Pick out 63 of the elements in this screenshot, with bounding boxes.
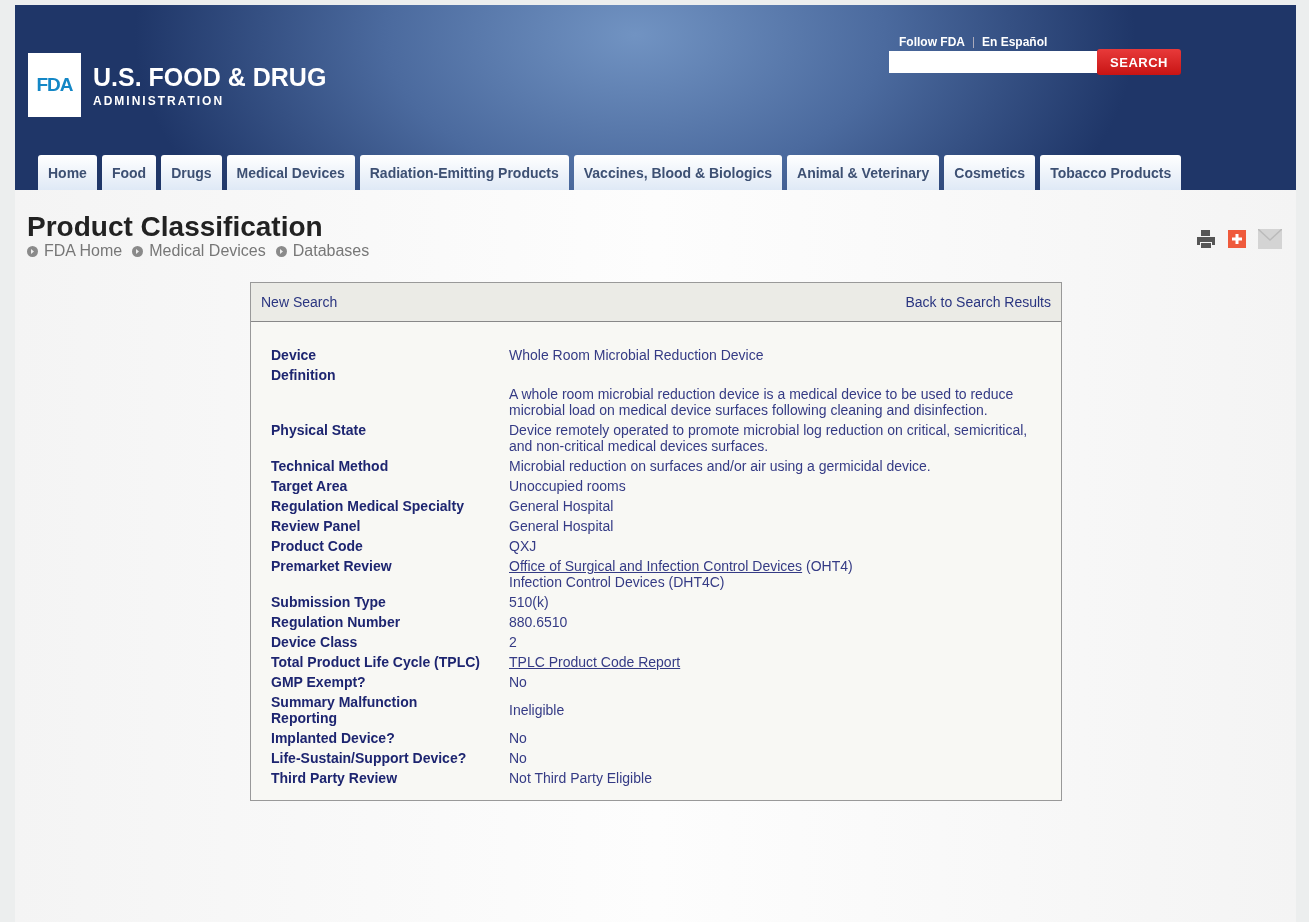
back-to-results-link[interactable]: Back to Search Results <box>905 294 1051 310</box>
field-value: A whole room microbial reduction device is a medical device to be used to reduce microbial load on medical device surfaces following cleaning and disinfection. <box>509 386 1015 418</box>
breadcrumb-link[interactable]: FDA Home <box>44 242 123 260</box>
print-icon[interactable] <box>1196 229 1216 249</box>
field-value: Device remotely operated to promote microbial log reduction on critical, semicritical, and non-critical medical devices surfaces. <box>509 422 1029 454</box>
field-value: General Hospital <box>509 518 615 534</box>
site-subtitle: ADMINISTRATION <box>93 93 226 108</box>
field-value: No <box>509 674 528 690</box>
field-label: Third Party Review <box>271 770 399 786</box>
field-value: 510(k) <box>509 594 550 610</box>
new-search-link[interactable]: New Search <box>261 294 338 310</box>
field-label: Summary Malfunction Reporting <box>271 694 419 726</box>
add-icon[interactable] <box>1228 230 1246 248</box>
logo-badge[interactable]: FDA <box>28 53 81 117</box>
field-value: Ineligible <box>509 702 566 718</box>
field-label: Physical State <box>271 422 367 438</box>
field-label: Device <box>271 347 318 363</box>
field-label: Submission Type <box>271 594 387 610</box>
field-label: Premarket Review <box>271 558 393 574</box>
field-value: No <box>509 750 528 766</box>
nav-tab[interactable]: Drugs <box>161 155 222 190</box>
field-label: Implanted Device? <box>271 730 396 746</box>
field-value: Microbial reduction on surfaces and/or air using a germicidal device. <box>509 458 932 474</box>
field-value: Office of Surgical and Infection Control Devices (OHT4) <box>509 558 854 574</box>
search-button[interactable]: SEARCH <box>1097 49 1181 75</box>
field-value: Unoccupied rooms <box>509 478 627 494</box>
field-label: Product Code <box>271 538 364 554</box>
nav-tab[interactable]: Radiation-Emitting Products <box>359 155 569 190</box>
field-value: 880.6510 <box>509 614 569 630</box>
field-value: QXJ <box>509 538 538 554</box>
site-title: U.S. FOOD & DRUG <box>93 62 327 92</box>
nav-tab[interactable]: Cosmetics <box>944 155 1036 190</box>
field-value: No <box>509 730 528 746</box>
nav-tab[interactable]: Animal & Veterinary <box>787 155 940 190</box>
field-label: Definition <box>271 367 337 383</box>
field-label: Regulation Number <box>271 614 402 630</box>
logo-mark: FDA <box>36 74 73 96</box>
field-label: Regulation Medical Specialty <box>271 498 465 514</box>
breadcrumb-link[interactable]: Medical Devices <box>149 242 266 260</box>
field-value: Infection Control Devices (DHT4C) <box>509 574 726 590</box>
value-link[interactable]: Office of Surgical and Infection Control Devices <box>509 558 803 574</box>
utility-link[interactable]: Follow FDA <box>899 35 965 49</box>
field-label: Device Class <box>271 634 359 650</box>
nav-tab[interactable]: Vaccines, Blood & Biologics <box>573 155 783 190</box>
field-value: Not Third Party Eligible <box>509 770 653 786</box>
field-label: Target Area <box>271 478 349 494</box>
field-label: Life-Sustain/Support Device? <box>271 750 468 766</box>
nav-tab[interactable]: Medical Devices <box>226 155 355 190</box>
field-label: GMP Exempt? <box>271 674 367 690</box>
nav-tab[interactable]: Tobacco Products <box>1040 155 1182 190</box>
nav-tab[interactable]: Food <box>101 155 157 190</box>
field-label: Review Panel <box>271 518 362 534</box>
breadcrumb-link[interactable]: Databases <box>292 242 370 260</box>
utility-link[interactable]: En Español <box>982 35 1048 49</box>
nav-tab[interactable]: Home <box>38 155 97 190</box>
field-value: Whole Room Microbial Reduction Device <box>509 347 765 363</box>
page-title: Product Classification <box>27 212 324 242</box>
field-label: Technical Method <box>271 458 390 474</box>
search-field[interactable] <box>889 51 1097 73</box>
field-value: 2 <box>509 634 518 650</box>
field-label: Total Product Life Cycle (TPLC) <box>271 654 481 670</box>
value-link[interactable]: TPLC Product Code Report <box>509 654 681 670</box>
field-value: General Hospital <box>509 498 615 514</box>
